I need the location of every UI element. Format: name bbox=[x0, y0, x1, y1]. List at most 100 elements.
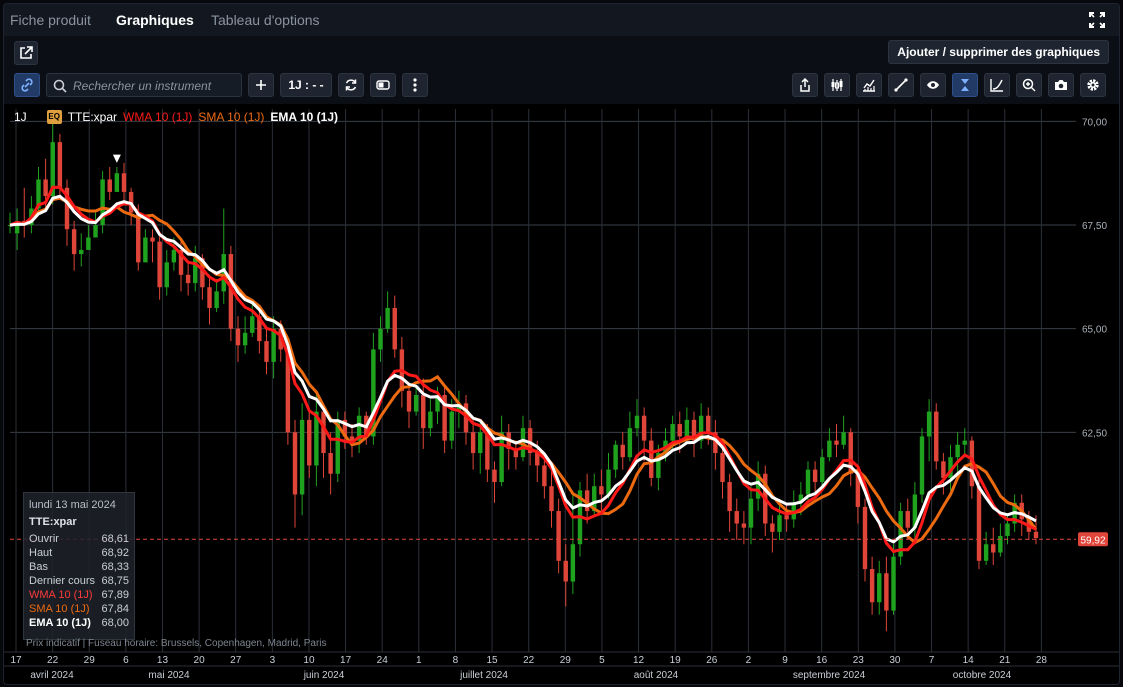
candle-body bbox=[670, 424, 675, 441]
tooltip-label: Haut bbox=[29, 547, 53, 559]
candle-body bbox=[613, 444, 618, 470]
cursor-button[interactable] bbox=[952, 73, 978, 97]
candle-body bbox=[235, 328, 241, 346]
tooltip-label: EMA 10 (1J) bbox=[29, 617, 91, 629]
x-tick-label: 19 bbox=[670, 655, 682, 666]
tooltip-value: 68,33 bbox=[101, 561, 129, 573]
candle-body bbox=[71, 229, 77, 255]
candle-body bbox=[292, 432, 298, 495]
x-tick-label: 8 bbox=[453, 655, 459, 666]
last-price-label: 59,92 bbox=[1080, 535, 1105, 546]
candle-body bbox=[421, 395, 426, 429]
tooltip-label: Ouvrir bbox=[29, 533, 59, 545]
candle-body bbox=[549, 486, 554, 512]
candle-body bbox=[107, 179, 112, 192]
tooltip-row-sma: SMA 10 (1J) 67,84 bbox=[29, 602, 129, 616]
x-month-label: mai 2024 bbox=[148, 670, 190, 681]
x-tick-label: 27 bbox=[230, 655, 242, 666]
candle-body bbox=[919, 436, 925, 495]
candle-body bbox=[599, 486, 604, 495]
x-tick-label: 28 bbox=[1036, 655, 1048, 666]
x-tick-label: 22 bbox=[47, 655, 59, 666]
candle-body bbox=[777, 515, 782, 532]
price-chart[interactable]: 70,0067,5065,0062,5017 22 29 6 13 20 27 3 10 17 24… bbox=[4, 104, 1119, 684]
share-button[interactable] bbox=[792, 73, 818, 97]
candle-body bbox=[720, 453, 725, 483]
screenshot-button[interactable] bbox=[1048, 73, 1074, 97]
candle-body bbox=[884, 573, 889, 611]
settings-button[interactable] bbox=[1080, 73, 1106, 97]
chart-type-button[interactable] bbox=[824, 73, 850, 97]
fullscreen-icon[interactable] bbox=[1089, 12, 1105, 28]
candle-body bbox=[1005, 523, 1010, 536]
candle-body bbox=[748, 498, 754, 528]
x-tick-label: 14 bbox=[963, 655, 975, 666]
indicators-icon bbox=[863, 79, 875, 92]
tooltip-value: 68,61 bbox=[101, 533, 129, 545]
x-tick-label: 16 bbox=[816, 655, 828, 666]
legend-sma[interactable]: SMA 10 (1J) bbox=[198, 110, 264, 124]
candle-body bbox=[877, 573, 882, 603]
curve-button[interactable] bbox=[984, 73, 1010, 97]
external-link-icon bbox=[20, 46, 33, 59]
x-tick-label: 23 bbox=[853, 655, 865, 666]
candle-body bbox=[406, 390, 412, 412]
search-icon bbox=[53, 79, 67, 93]
zoom-button[interactable] bbox=[1016, 73, 1042, 97]
tooltip-value: 67,84 bbox=[101, 603, 129, 615]
x-tick-label: 26 bbox=[706, 655, 718, 666]
candle-body bbox=[983, 544, 989, 561]
candle-body bbox=[43, 179, 48, 197]
search-input[interactable] bbox=[71, 77, 235, 95]
sma-line bbox=[9, 196, 1038, 545]
candle-body bbox=[862, 506, 868, 570]
visibility-button[interactable] bbox=[920, 73, 946, 97]
candle-body bbox=[641, 415, 647, 441]
candle-body bbox=[998, 535, 1003, 553]
x-month-label: octobre 2024 bbox=[953, 670, 1012, 681]
refresh-icon bbox=[345, 79, 357, 91]
more-vertical-icon bbox=[413, 78, 417, 92]
legend-interval: 1J bbox=[14, 110, 27, 124]
legend-wma[interactable]: WMA 10 (1J) bbox=[123, 110, 192, 124]
price-axis bbox=[1076, 104, 1119, 652]
candle-body bbox=[627, 428, 633, 458]
candle-body bbox=[207, 287, 212, 308]
instrument-search[interactable] bbox=[46, 73, 242, 97]
candle-body bbox=[834, 440, 839, 445]
indicators-button[interactable] bbox=[856, 73, 882, 97]
candle-body bbox=[378, 328, 383, 350]
candle-body bbox=[684, 419, 690, 437]
legend-ema[interactable]: EMA 10 (1J) bbox=[270, 110, 338, 124]
add-instrument-button[interactable] bbox=[248, 73, 274, 97]
link-button[interactable] bbox=[14, 73, 40, 97]
toggle-button[interactable] bbox=[370, 73, 396, 97]
x-month-label: juin 2024 bbox=[303, 670, 345, 681]
popout-button[interactable] bbox=[14, 41, 38, 65]
x-tick-label: 20 bbox=[194, 655, 206, 666]
candle-body bbox=[926, 411, 932, 437]
draw-line-button[interactable] bbox=[888, 73, 914, 97]
x-tick-label: 17 bbox=[340, 655, 352, 666]
link-icon bbox=[21, 78, 33, 92]
x-tick-label: 6 bbox=[123, 655, 129, 666]
candle-body bbox=[214, 291, 219, 308]
tooltip-value: 68,00 bbox=[101, 617, 129, 629]
tab-tableau-options[interactable]: Tableau d'options bbox=[211, 12, 320, 28]
x-tick-label: 13 bbox=[157, 655, 169, 666]
x-tick-label: 15 bbox=[487, 655, 499, 666]
camera-icon bbox=[1055, 80, 1067, 90]
candle-body bbox=[136, 212, 141, 263]
candle-body bbox=[706, 415, 711, 433]
refresh-button[interactable] bbox=[338, 73, 364, 97]
candle-body bbox=[556, 511, 561, 561]
interval-select[interactable]: 1J : - - bbox=[280, 73, 332, 97]
more-options-button[interactable] bbox=[402, 73, 428, 97]
tab-graphiques[interactable]: Graphiques bbox=[116, 12, 194, 28]
candle-body bbox=[328, 453, 333, 474]
candle-body bbox=[869, 569, 875, 603]
x-tick-label: 12 bbox=[633, 655, 645, 666]
candle-body bbox=[299, 419, 305, 495]
tab-fiche-produit[interactable]: Fiche produit bbox=[10, 12, 91, 28]
add-remove-charts-button[interactable]: Ajouter / supprimer des graphiques bbox=[888, 40, 1109, 64]
